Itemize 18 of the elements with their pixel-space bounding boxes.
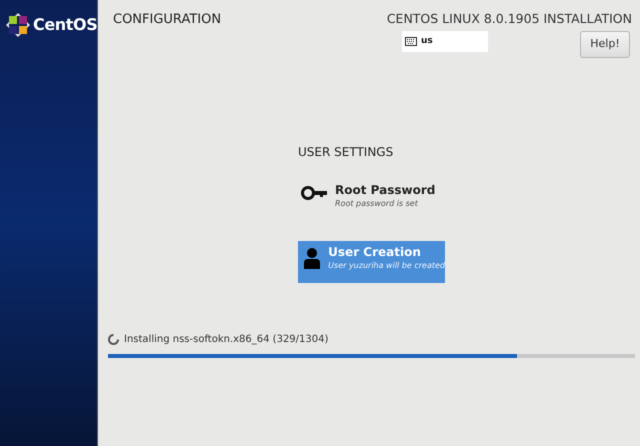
page-title: CONFIGURATION bbox=[113, 11, 222, 29]
spoke-title: User Creation bbox=[328, 244, 422, 260]
keyboard-icon bbox=[405, 36, 417, 46]
logo-icon bbox=[6, 13, 30, 37]
keyboard-layout: us bbox=[421, 34, 433, 48]
user-icon bbox=[302, 246, 321, 269]
settings-spoke[interactable]: Root Password Root password is set bbox=[298, 178, 445, 221]
product-title: CENTOS LINUX 8.0.1905 INSTALLATION bbox=[386, 10, 632, 28]
spinner-icon bbox=[108, 334, 119, 345]
progress-text: Installing nss-softokn.x86_64 (329/1304) bbox=[124, 332, 328, 347]
section-title: USER SETTINGS bbox=[298, 144, 394, 161]
help-button[interactable]: Help! bbox=[580, 30, 630, 58]
logo-text: CentOS bbox=[33, 14, 98, 36]
keyboard-field[interactable]: us bbox=[402, 30, 488, 52]
spoke-title: Root Password bbox=[335, 182, 436, 198]
key-icon bbox=[301, 184, 329, 201]
spoke-status: User yuzuriha will be created bbox=[328, 260, 445, 271]
spoke-status: Root password is set bbox=[335, 198, 419, 209]
